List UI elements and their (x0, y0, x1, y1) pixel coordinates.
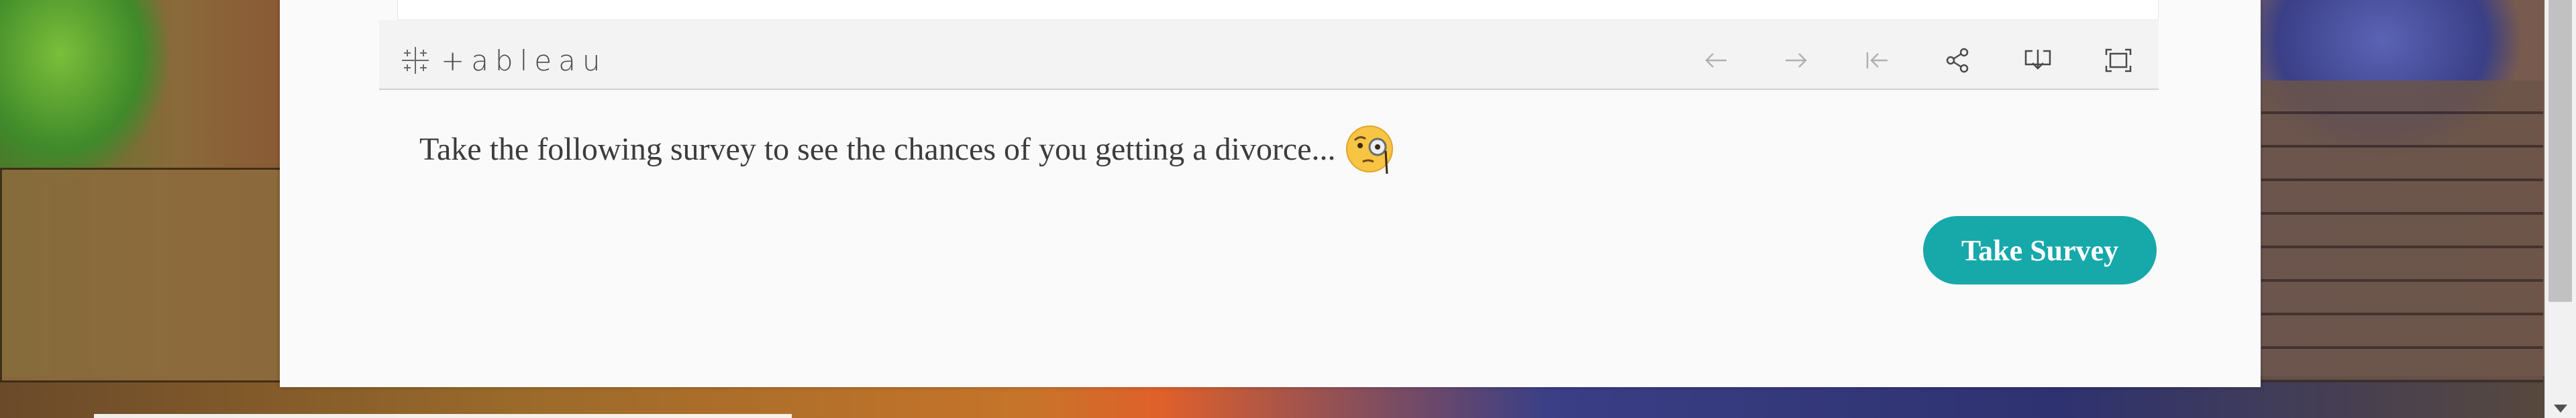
face-with-monocle-icon (1345, 125, 1393, 174)
tableau-toolbar: +ableau (379, 20, 2159, 90)
scroll-down-arrow-icon[interactable] (2554, 405, 2567, 413)
fullscreen-button[interactable] (2078, 40, 2159, 81)
redo-button[interactable] (1756, 40, 1837, 81)
fullscreen-icon (2105, 48, 2132, 72)
survey-prompt: Take the following survey to see the cha… (419, 131, 1336, 167)
content-card: +ableau Take the following survey to see… (280, 0, 2261, 387)
vertical-scrollbar[interactable] (2544, 0, 2576, 418)
scrollbar-thumb[interactable] (2548, 0, 2572, 302)
survey-prompt-line: Take the following survey to see the cha… (419, 123, 1396, 175)
background-crate-illustration (0, 168, 282, 382)
take-survey-button[interactable]: Take Survey (1923, 216, 2157, 284)
revert-button[interactable] (1837, 40, 1917, 81)
tableau-wordmark: +ableau (441, 44, 607, 77)
revert-to-start-icon (1866, 52, 1888, 68)
undo-button[interactable] (1676, 40, 1756, 81)
undo-arrow-icon (1705, 53, 1727, 68)
share-button[interactable] (1917, 40, 1998, 81)
tableau-logo-icon (402, 47, 429, 74)
background-shelf-illustration (2261, 81, 2543, 382)
share-icon (1946, 48, 1969, 73)
download-icon (2024, 50, 2051, 70)
download-button[interactable] (1998, 40, 2078, 81)
toolbar-actions (1676, 40, 2159, 81)
redo-arrow-icon (1786, 53, 1807, 68)
tableau-logo[interactable]: +ableau (399, 44, 607, 77)
tableau-viz-area[interactable] (397, 0, 2159, 20)
horizontal-scroll-indicator[interactable] (94, 414, 792, 418)
